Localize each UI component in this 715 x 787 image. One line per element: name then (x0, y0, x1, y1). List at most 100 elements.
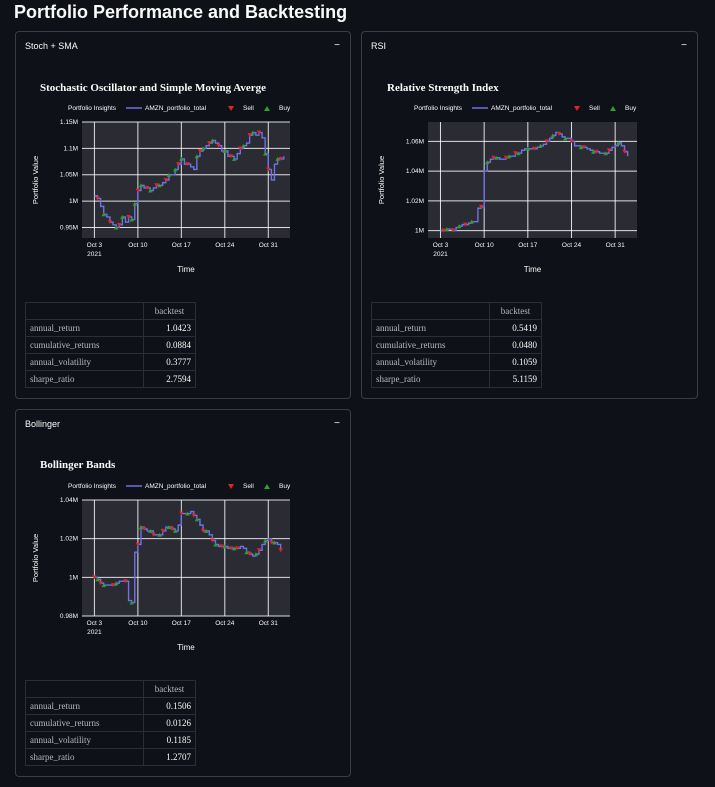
x-tick-label: Oct 17 (172, 620, 192, 627)
column-header: backtest (143, 680, 196, 698)
legend-buy-label: Buy (279, 483, 291, 490)
table-row: annual_volatility 0.3777 (25, 353, 196, 371)
legend-buy-label: Buy (625, 105, 637, 112)
panel-header[interactable]: Stoch + SMA − (16, 32, 350, 60)
x-tick-label: Oct 24 (215, 242, 235, 249)
table-corner (25, 680, 144, 698)
chart-stoch-sma[interactable]: Portfolio Insights AMZN_portfolio_total Se… (16, 100, 350, 280)
table-header-row: backtest (25, 680, 196, 698)
x-tick-label: Oct 17 (172, 242, 192, 249)
x-tick-year: 2021 (87, 251, 102, 258)
metric-name: annual_return (25, 697, 144, 715)
y-tick-label: 1.05M (60, 172, 78, 179)
legend-sell-marker (228, 106, 234, 111)
metric-value: 0.1185 (143, 731, 196, 749)
table-row: annual_volatility 0.1185 (25, 731, 196, 749)
collapse-button[interactable]: − (334, 418, 340, 429)
legend-sell-label: Sell (243, 483, 254, 490)
legend-title: Portfolio Insights (68, 105, 117, 112)
metric-name: annual_volatility (371, 353, 490, 371)
chart-title: Stochastic Oscillator and Simple Moving … (40, 82, 266, 94)
panel-header[interactable]: RSI − (362, 32, 697, 60)
panel-bollinger: Bollinger − Bollinger Bands Portfolio In… (15, 409, 351, 777)
y-tick-label: 0.95M (60, 224, 78, 231)
table-row: cumulative_returns 0.0480 (371, 336, 542, 354)
metric-name: annual_volatility (25, 731, 144, 749)
collapse-button[interactable]: − (681, 40, 687, 51)
metric-value: 0.3777 (143, 353, 196, 371)
y-tick-label: 1M (69, 574, 78, 581)
legend-series-label: AMZN_portfolio_total (145, 105, 207, 112)
x-axis-title: Time (177, 265, 195, 274)
metric-name: annual_return (25, 319, 144, 337)
y-tick-label: 1M (415, 228, 424, 235)
page-title: Portfolio Performance and Backtesting (14, 2, 348, 22)
plot-area (82, 500, 290, 616)
table-row: annual_return 1.0423 (25, 319, 196, 337)
panel-title: Bollinger (25, 419, 61, 429)
metric-value: 0.1059 (489, 353, 542, 371)
x-tick-label: Oct 10 (475, 242, 495, 249)
metric-value: 0.5419 (489, 319, 542, 337)
panel-title: RSI (371, 41, 387, 51)
legend-sell-label: Sell (243, 105, 254, 112)
legend-series-label: AMZN_portfolio_total (145, 483, 207, 490)
table-row: cumulative_returns 0.0126 (25, 714, 196, 732)
legend-title: Portfolio Insights (414, 105, 463, 112)
collapse-button[interactable]: − (334, 40, 340, 51)
metric-value: 0.1506 (143, 697, 196, 715)
legend-sell-label: Sell (589, 105, 600, 112)
metric-value: 0.0126 (143, 714, 196, 732)
x-tick-label: Oct 31 (259, 242, 279, 249)
table-row: sharpe_ratio 5.1159 (371, 370, 542, 388)
chart-title: Relative Strength Index (387, 82, 499, 94)
x-tick-label: Oct 31 (606, 242, 626, 249)
metric-name: cumulative_returns (371, 336, 490, 354)
panel-stoch-sma: Stoch + SMA − Stochastic Oscillator and … (15, 31, 351, 399)
metric-value: 0.0884 (143, 336, 196, 354)
table-row: annual_return 0.1506 (25, 697, 196, 715)
table-row: annual_return 0.5419 (371, 319, 542, 337)
legend-title: Portfolio Insights (68, 483, 117, 490)
panel-rsi: RSI − Relative Strength Index Portfolio … (361, 31, 698, 399)
y-tick-label: 1M (69, 198, 78, 205)
y-tick-label: 0.98M (60, 613, 78, 620)
chart-title: Bollinger Bands (40, 459, 116, 471)
y-tick-label: 1.04M (60, 497, 78, 504)
table-corner (25, 302, 144, 320)
x-axis-title: Time (524, 265, 542, 274)
x-tick-label: Oct 10 (128, 620, 148, 627)
chart-bollinger[interactable]: Portfolio Insights AMZN_portfolio_total Se… (16, 478, 350, 658)
column-header: backtest (143, 302, 196, 320)
y-tick-label: 1.04M (406, 168, 424, 175)
plot-area (428, 122, 637, 238)
y-tick-label: 1.02M (60, 536, 78, 543)
metric-name: sharpe_ratio (371, 370, 490, 388)
table-row: sharpe_ratio 2.7594 (25, 370, 196, 388)
x-axis-title: Time (177, 643, 195, 652)
legend-buy-marker (264, 484, 270, 489)
chart-rsi[interactable]: Portfolio Insights AMZN_portfolio_total Se… (362, 100, 697, 280)
metric-value: 5.1159 (489, 370, 542, 388)
table-header-row: backtest (25, 302, 196, 320)
x-tick-label: Oct 3 (87, 242, 103, 249)
table-corner (371, 302, 490, 320)
metric-name: annual_return (371, 319, 490, 337)
x-tick-label: Oct 24 (562, 242, 582, 249)
metric-name: annual_volatility (25, 353, 144, 371)
x-tick-label: Oct 3 (87, 620, 103, 627)
metrics-table: backtest annual_return 0.5419 cumulative_… (371, 302, 542, 388)
panel-header[interactable]: Bollinger − (16, 410, 350, 438)
y-tick-label: 1.15M (60, 119, 78, 126)
x-tick-label: Oct 17 (518, 242, 538, 249)
x-tick-label: Oct 31 (259, 620, 279, 627)
metric-name: sharpe_ratio (25, 748, 144, 766)
metric-name: cumulative_returns (25, 714, 144, 732)
legend-series-label: AMZN_portfolio_total (491, 105, 553, 112)
x-tick-year: 2021 (433, 251, 448, 258)
table-row: annual_volatility 0.1059 (371, 353, 542, 371)
x-tick-label: Oct 10 (128, 242, 148, 249)
panel-title: Stoch + SMA (25, 41, 78, 51)
x-tick-label: Oct 24 (215, 620, 235, 627)
metric-name: sharpe_ratio (25, 370, 144, 388)
